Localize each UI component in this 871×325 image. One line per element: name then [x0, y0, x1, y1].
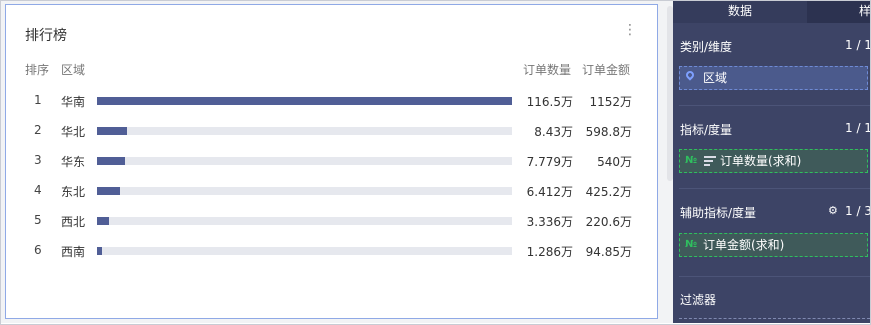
order-qty-cell: 8.43万: [534, 125, 573, 139]
ranking-card[interactable]: 排行榜 ⋮ 排序 区域 订单数量 订单金额 1 华南 116.5万 1152万 2 华北 8…: [5, 4, 658, 319]
bar-fill: [97, 157, 125, 165]
config-panel: 数据 样 类别/维度 1 / 1 区域 指标/度量 1 / 1 № 订单数量(求…: [673, 1, 870, 323]
bar-track: [97, 97, 512, 105]
order-qty-cell: 6.412万: [526, 185, 573, 199]
dimension-title: 类别/维度: [680, 40, 733, 54]
divider: [679, 105, 870, 106]
order-amount-cell: 425.2万: [585, 185, 632, 199]
measure-count: 1 / 1: [845, 121, 870, 135]
card-title: 排行榜: [25, 28, 67, 44]
table-row[interactable]: 1 华南 116.5万 1152万: [6, 87, 659, 115]
table-row[interactable]: 4 东北 6.412万 425.2万: [6, 177, 659, 205]
header-rank: 排序: [25, 63, 50, 77]
filter-drop-zone[interactable]: [679, 318, 870, 323]
rank-cell: 2: [34, 123, 42, 137]
aux-measure-title: 辅助指标/度量: [680, 206, 757, 220]
order-qty-cell: 3.336万: [526, 215, 573, 229]
canvas-area: 排行榜 ⋮ 排序 区域 订单数量 订单金额 1 华南 116.5万 1152万 2 华北 8…: [1, 1, 673, 323]
rank-cell: 1: [34, 93, 42, 107]
bar-track: [97, 157, 512, 165]
bar-track: [97, 127, 512, 135]
divider: [679, 188, 870, 189]
order-amount-cell: 1152万: [589, 95, 632, 109]
order-qty-cell: 116.5万: [526, 95, 573, 109]
dimension-field-label: 区域: [703, 71, 728, 85]
dimension-field-region[interactable]: 区域: [679, 66, 868, 90]
number-icon: №: [685, 239, 698, 250]
tab-style[interactable]: 样: [807, 1, 870, 23]
bar-fill: [97, 127, 128, 135]
dimension-count: 1 / 1: [845, 38, 870, 52]
region-cell: 华南: [61, 95, 86, 109]
gear-icon[interactable]: ⚙: [828, 204, 838, 217]
bar-fill: [97, 217, 109, 225]
measure-field-label: 订单数量(求和): [720, 154, 802, 168]
rank-cell: 4: [34, 183, 42, 197]
aux-measure-count: 1 / 3: [845, 204, 870, 218]
order-qty-cell: 1.286万: [526, 245, 573, 259]
table-row[interactable]: 6 西南 1.286万 94.85万: [6, 237, 659, 265]
bar-track: [97, 187, 512, 195]
rank-cell: 6: [34, 243, 42, 257]
order-amount-cell: 598.8万: [585, 125, 632, 139]
location-pin-icon: [684, 69, 696, 81]
region-cell: 东北: [61, 185, 86, 199]
tab-data[interactable]: 数据: [673, 1, 807, 23]
rank-cell: 3: [34, 153, 42, 167]
aux-measure-field-order-amount[interactable]: № 订单金额(求和): [679, 233, 868, 257]
region-cell: 西南: [61, 245, 86, 259]
region-cell: 华东: [61, 155, 86, 169]
bar-fill: [97, 97, 512, 105]
order-amount-cell: 94.85万: [585, 245, 632, 259]
order-amount-cell: 220.6万: [585, 215, 632, 229]
sort-icon[interactable]: [704, 156, 716, 166]
table-row[interactable]: 3 华东 7.779万 540万: [6, 147, 659, 175]
number-icon: №: [685, 155, 698, 166]
order-amount-cell: 540万: [597, 155, 632, 169]
more-options-icon[interactable]: ⋮: [623, 23, 637, 37]
measure-title: 指标/度量: [680, 123, 733, 137]
header-order-qty: 订单数量: [522, 63, 571, 77]
bar-track: [97, 247, 512, 255]
order-qty-cell: 7.779万: [526, 155, 573, 169]
rank-cell: 5: [34, 213, 42, 227]
aux-measure-field-label: 订单金额(求和): [703, 238, 785, 252]
bar-track: [97, 217, 512, 225]
panel-tabs: 数据 样: [673, 1, 870, 23]
divider: [679, 276, 870, 277]
bar-fill: [97, 187, 120, 195]
table-row[interactable]: 5 西北 3.336万 220.6万: [6, 207, 659, 235]
header-order-amount: 订单金额: [581, 63, 630, 77]
bar-fill: [97, 247, 102, 255]
measure-field-order-qty[interactable]: № 订单数量(求和): [679, 149, 868, 173]
region-cell: 华北: [61, 125, 86, 139]
region-cell: 西北: [61, 215, 86, 229]
filter-title: 过滤器: [680, 293, 717, 307]
header-region: 区域: [61, 63, 86, 77]
table-row[interactable]: 2 华北 8.43万 598.8万: [6, 117, 659, 145]
